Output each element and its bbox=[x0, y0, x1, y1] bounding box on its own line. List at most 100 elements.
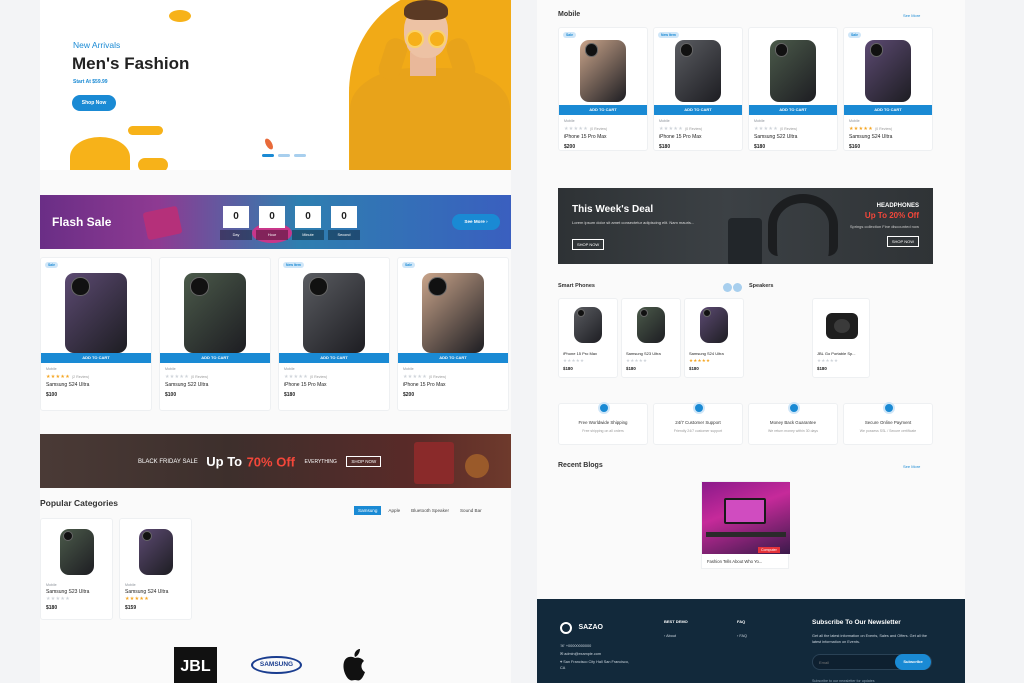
blogs-view-more-link[interactable]: See More bbox=[903, 464, 920, 469]
wishlist-icon[interactable] bbox=[285, 263, 290, 268]
headphones-description: Springs collection Fine discounted now bbox=[849, 224, 919, 229]
product-image bbox=[65, 273, 127, 354]
slider-dot-2[interactable] bbox=[278, 154, 290, 157]
product-image bbox=[700, 307, 728, 343]
subscribe-button[interactable]: Subscribe bbox=[895, 654, 931, 670]
wishlist-icon[interactable] bbox=[47, 263, 52, 268]
product-card[interactable]: ADD TO CART Mobile ★★★★★ (0 Review) Samsung … bbox=[159, 257, 271, 411]
product-card[interactable]: New Item ADD TO CART Mobile ★★★★★ (0 Review)… bbox=[278, 257, 390, 411]
black-friday-text: BLACK FRIDAY SALE Up To 70% Off EVERYTHI… bbox=[138, 453, 438, 471]
product-image bbox=[574, 307, 602, 343]
wishlist-icon[interactable] bbox=[166, 263, 171, 268]
product-name: Samsung S23 Ultra bbox=[46, 589, 90, 595]
bf-shop-button[interactable]: SHOP NOW bbox=[346, 456, 382, 468]
tab-bluetooth-speaker[interactable]: Bluetooth Speaker bbox=[407, 506, 453, 515]
wishlist-icon[interactable] bbox=[404, 263, 409, 268]
wishlist-icon[interactable] bbox=[755, 33, 760, 38]
countdown-value: 0 bbox=[223, 206, 249, 228]
countdown-hour: 0 Hour bbox=[256, 205, 288, 241]
camera-icon bbox=[584, 43, 599, 58]
star-icon: ★ bbox=[834, 358, 839, 363]
smart-phones-list: iPhone 15 Pro Max ★★★★★ $180 Samsung S23 Ul… bbox=[558, 298, 744, 378]
product-price: $200 bbox=[403, 392, 415, 399]
speakers-title: Speakers bbox=[749, 283, 774, 289]
slider-dot-3[interactable] bbox=[294, 154, 306, 157]
add-to-cart-button[interactable]: ADD TO CART bbox=[398, 353, 508, 364]
add-to-cart-button[interactable]: ADD TO CART bbox=[160, 353, 270, 364]
add-to-cart-button[interactable]: ADD TO CART bbox=[559, 104, 647, 115]
product-image bbox=[138, 529, 173, 575]
smart-phone-card[interactable]: Samsung S24 Ultra ★★★★★ $180 bbox=[684, 298, 744, 378]
headphones-shop-button[interactable]: SHOP NOW bbox=[886, 236, 919, 247]
add-to-cart-button[interactable]: ADD TO CART bbox=[41, 353, 151, 364]
footer-logo[interactable]: SAZAO bbox=[560, 619, 612, 634]
tab-sound-bar[interactable]: Sound Bar bbox=[456, 506, 486, 515]
product-card[interactable]: New Item ADD TO CART Mobile ★★★★★ (0 Review)… bbox=[653, 27, 743, 151]
product-name: JBL Go Portable Sp... bbox=[817, 351, 856, 356]
popular-product-grid: Mobile Samsung S23 Ultra ★★★★★ $180 Mobile Sa… bbox=[40, 518, 240, 620]
carousel-prev-button[interactable] bbox=[723, 283, 732, 292]
product-image bbox=[637, 307, 665, 343]
truck-icon bbox=[598, 402, 610, 414]
add-to-cart-button[interactable]: ADD TO CART bbox=[749, 104, 837, 115]
feature-title: Secure Online Payment bbox=[864, 420, 912, 425]
camera-icon bbox=[190, 277, 209, 296]
add-to-cart-button[interactable]: ADD TO CART bbox=[844, 104, 932, 115]
add-to-cart-button[interactable]: ADD TO CART bbox=[654, 104, 742, 115]
mobile-product-grid: Sale ADD TO CART Mobile ★★★★★ (0 Review) iPho… bbox=[558, 27, 934, 151]
product-image bbox=[184, 273, 246, 354]
slider-dots[interactable] bbox=[262, 154, 314, 158]
product-card[interactable]: ADD TO CART Mobile ★★★★★ (0 Review) Samsung … bbox=[748, 27, 838, 151]
product-category: Mobile bbox=[659, 118, 670, 123]
footer-col2-title: FAQ bbox=[737, 619, 746, 624]
smart-phone-card[interactable]: Samsung S23 Ultra ★★★★★ $180 bbox=[621, 298, 681, 378]
week-deal-shop-button[interactable]: SHOP NOW bbox=[572, 239, 605, 250]
category-product-card[interactable]: Mobile Samsung S23 Ultra ★★★★★ $180 bbox=[40, 518, 113, 620]
flash-see-more-button[interactable]: See More › bbox=[452, 214, 500, 230]
footer-col1-link[interactable]: › About bbox=[664, 634, 676, 638]
monitor-image bbox=[724, 498, 766, 524]
footer-col2-link[interactable]: › FAQ bbox=[737, 634, 747, 638]
tab-apple[interactable]: Apple bbox=[384, 506, 404, 515]
smart-phones-title: Smart Phones bbox=[558, 283, 595, 289]
wishlist-icon[interactable] bbox=[660, 33, 665, 38]
slider-dot-1[interactable] bbox=[262, 154, 274, 157]
bf-percent: 70% Off bbox=[246, 454, 295, 470]
review-count: (0 Review) bbox=[190, 375, 209, 380]
product-card[interactable]: Sale ADD TO CART Mobile ★★★★★ (2 Review) Sams… bbox=[40, 257, 152, 411]
footer-email: ✉ admin@example.com bbox=[560, 651, 601, 656]
product-name: iPhone 15 Pro Max bbox=[403, 382, 446, 389]
product-card[interactable]: Sale ADD TO CART Mobile ★★★★★ (0 Review) iPho… bbox=[558, 27, 648, 151]
product-card[interactable]: Sale ADD TO CART Mobile ★★★★★ (0 Review) iPho… bbox=[397, 257, 509, 411]
mobile-view-more-link[interactable]: See More bbox=[903, 13, 920, 18]
footer-phone: ☏ +00000000000 bbox=[560, 643, 591, 648]
category-product-card[interactable]: Mobile Samsung S24 Ultra ★★★★★ $159 bbox=[119, 518, 192, 620]
star-icon: ★ bbox=[422, 374, 427, 381]
add-to-cart-button[interactable]: ADD TO CART bbox=[279, 353, 389, 364]
countdown-label: Hour bbox=[256, 230, 288, 240]
blog-card[interactable]: Computer Fashion Tells About Who Yo... bbox=[701, 481, 790, 569]
review-count: (0 Review) bbox=[589, 126, 608, 131]
countdown-timer: 0 Day 0 Hour 0 Minute 0 Second bbox=[220, 205, 362, 241]
wishlist-icon[interactable] bbox=[565, 33, 570, 38]
speaker-card[interactable]: JBL Go Portable Sp... ★★★★★ $180 bbox=[812, 298, 870, 378]
product-image bbox=[422, 273, 484, 354]
brand-jbl-logo[interactable]: JBL bbox=[174, 647, 217, 683]
brand-samsung-logo[interactable]: SAMSUNG bbox=[251, 656, 302, 674]
hero-shop-button[interactable]: Shop Now bbox=[72, 95, 116, 111]
newsletter-email-input[interactable] bbox=[819, 658, 895, 667]
product-category: Mobile bbox=[564, 118, 575, 123]
headset-icon bbox=[693, 402, 705, 414]
logo-text: SAZAO bbox=[578, 624, 603, 632]
product-category: Mobile bbox=[46, 583, 57, 587]
smart-phone-card[interactable]: iPhone 15 Pro Max ★★★★★ $180 bbox=[558, 298, 618, 378]
product-card[interactable]: Sale ADD TO CART Mobile ★★★★★ (0 Review) Sams… bbox=[843, 27, 933, 151]
carousel-next-button[interactable] bbox=[733, 283, 742, 292]
speakers-list: JBL Go Portable Sp... ★★★★★ $180 bbox=[812, 298, 870, 378]
rating-stars: ★★★★★ (0 Review) bbox=[849, 126, 892, 132]
brand-apple-logo[interactable] bbox=[340, 646, 370, 682]
tab-samsung[interactable]: Samsung bbox=[354, 506, 382, 515]
desk-image bbox=[706, 532, 786, 537]
wishlist-icon[interactable] bbox=[850, 33, 855, 38]
feature-description: We return money within 30 days bbox=[768, 429, 818, 433]
